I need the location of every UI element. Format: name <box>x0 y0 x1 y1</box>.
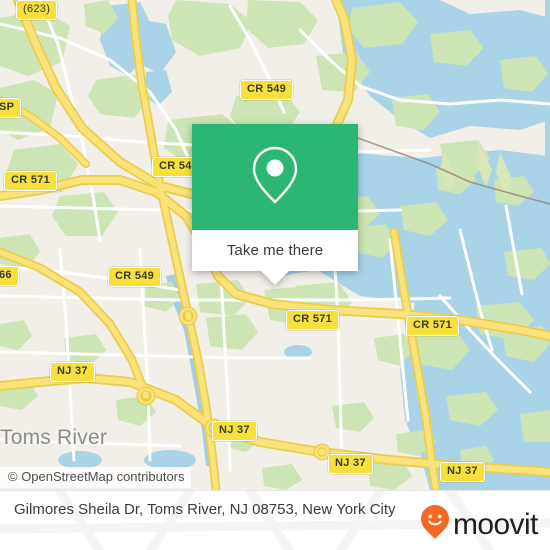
moovit-logo[interactable]: moovit <box>420 504 538 545</box>
road-shield: CR 549 <box>108 267 162 287</box>
take-me-there-button[interactable]: Take me there <box>227 242 323 259</box>
osm-attribution[interactable]: © OpenStreetMap contributors <box>0 467 191 488</box>
location-popup[interactable]: Take me there <box>192 124 358 285</box>
footer-bar: Gilmores Sheila Dr, Toms River, NJ 08753… <box>0 490 550 550</box>
map-location-card: Toms River (623) SP CR 571 CR 549 CR 549… <box>0 0 550 550</box>
footer-content: Gilmores Sheila Dr, Toms River, NJ 08753… <box>0 491 550 550</box>
road-shield: CR 549 <box>240 80 294 100</box>
road-shield: NJ 37 <box>328 454 373 474</box>
road-shield: NJ 37 <box>50 362 95 382</box>
popup-header <box>192 124 358 230</box>
map-canvas[interactable]: Toms River (623) SP CR 571 CR 549 CR 549… <box>0 0 550 490</box>
road-shield: CR 571 <box>406 316 460 336</box>
moovit-smiley-pin-icon <box>420 504 450 545</box>
address-text: Gilmores Sheila Dr, Toms River, NJ 08753… <box>14 501 396 518</box>
map-place-label: Toms River <box>0 426 108 449</box>
road-shield: CR 571 <box>286 310 340 330</box>
popup-action-bar[interactable]: Take me there <box>192 230 358 285</box>
map-pin-icon <box>250 144 300 211</box>
road-shield: (623) <box>16 0 58 20</box>
road-shield: 66 <box>0 266 19 286</box>
popup-pointer-tail <box>261 271 289 285</box>
road-shield: NJ 37 <box>440 462 485 482</box>
road-shield: CR 571 <box>4 171 58 191</box>
moovit-wordmark: moovit <box>453 507 538 541</box>
road-shield: NJ 37 <box>212 421 257 441</box>
road-shield: SP <box>0 98 22 118</box>
